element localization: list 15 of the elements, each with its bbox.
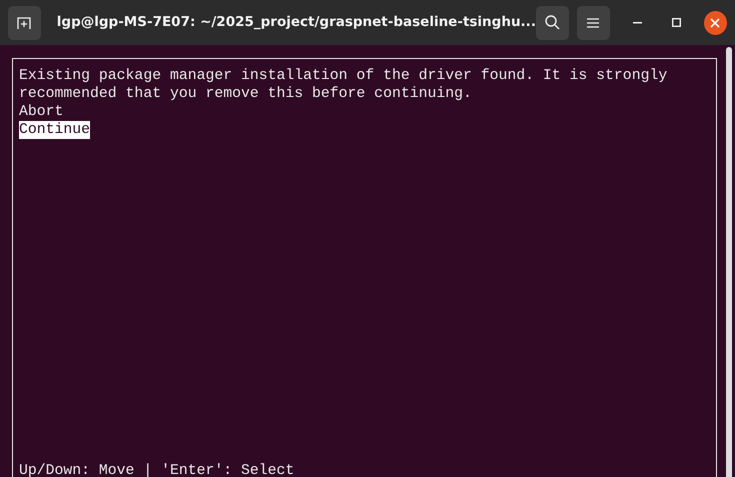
close-icon: [710, 18, 720, 28]
new-tab-icon: [17, 16, 32, 30]
new-tab-button[interactable]: [8, 6, 41, 40]
close-button[interactable]: [704, 10, 728, 34]
menu-icon: [587, 18, 600, 28]
search-button[interactable]: [536, 6, 569, 40]
key-help: Up/Down: Move | 'Enter': Select: [19, 462, 294, 477]
menu-option[interactable]: Continue: [19, 121, 90, 139]
minimize-icon: [632, 22, 642, 24]
maximize-icon: [672, 18, 681, 27]
menu-button[interactable]: [576, 6, 610, 40]
search-icon: [544, 15, 560, 30]
window-title: lgp@lgp-MS-7E07: ~/2025_project/graspnet-baseline-tsinghu...: [56, 13, 536, 32]
dialog-message: Existing package manager installation of the driver found. It is strongly recommended that you remove this before continuing.: [19, 67, 668, 103]
menu-option[interactable]: Abort: [19, 103, 64, 121]
